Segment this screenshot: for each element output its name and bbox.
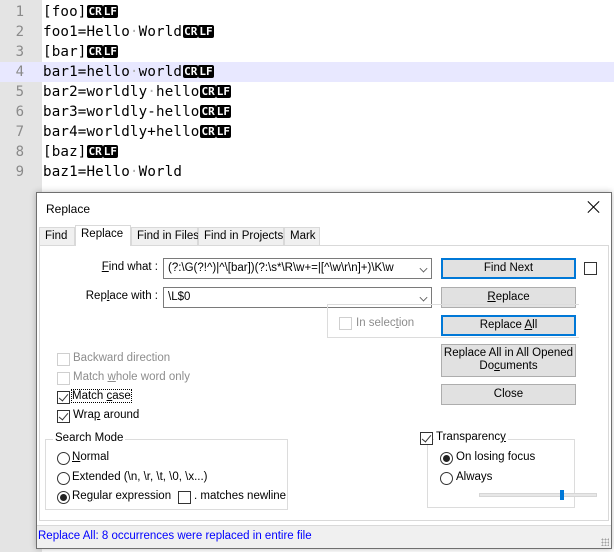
chevron-down-icon[interactable] (419, 264, 428, 273)
close-icon[interactable] (587, 200, 601, 214)
tab-find[interactable]: Find (39, 227, 75, 246)
matches-newline-label: . matches newline (194, 490, 287, 502)
eol-marker: CR (183, 65, 199, 78)
transparency-label: Transparency (434, 431, 508, 443)
code-text: [baz] CR LF (43, 144, 118, 160)
line-number: 8 (15, 144, 24, 160)
in-selection-label: In selection (356, 317, 415, 329)
eol-marker: LF (215, 125, 231, 138)
eol-marker: LF (215, 85, 231, 98)
eol-marker: LF (102, 5, 118, 18)
always-label: Always (456, 471, 493, 483)
whitespace-dot: · (129, 64, 139, 80)
eol-marker: CR (87, 5, 103, 18)
wrap-around-checkbox[interactable] (57, 410, 70, 423)
search-mode-title: Search Mode (53, 432, 126, 444)
line-number: 9 (15, 164, 24, 180)
replace-all-button[interactable]: Replace All (441, 315, 576, 336)
replace-all-opened-button[interactable]: Replace All in All Opened Documents (441, 344, 576, 377)
line-number: 5 (15, 84, 24, 100)
regex-radio[interactable] (57, 491, 70, 504)
always-radio[interactable] (440, 472, 453, 485)
eol-marker: LF (102, 145, 118, 158)
code-line[interactable]: 2 foo1=Hello·World CR LF (0, 22, 614, 42)
code-text: baz1=Hello·World (43, 164, 183, 180)
code-text: foo1=Hello·World CR LF (43, 24, 214, 40)
code-text: bar1=hello·world CR LF (43, 64, 214, 80)
in-selection-checkbox[interactable] (339, 317, 352, 330)
eol-marker: CR (200, 105, 216, 118)
transparency-slider[interactable] (479, 493, 597, 497)
find-what-value: (?:\G(?!^)|^\[bar])(?:\s*\R\w+=|[^\w\r\n… (168, 262, 394, 274)
code-text: bar4=worldly+hello CR LF (43, 124, 231, 140)
code-line[interactable]: 3 [bar] CR LF (0, 42, 614, 62)
match-case-checkbox[interactable] (57, 391, 70, 404)
extended-radio[interactable] (57, 472, 70, 485)
dialog-title: Replace (46, 202, 91, 216)
eol-marker: LF (198, 25, 214, 38)
match-whole-word-checkbox[interactable] (57, 372, 70, 385)
replace-dialog: Replace Find Replace Find in Files Find … (36, 192, 612, 549)
normal-radio[interactable] (57, 452, 70, 465)
status-bar: Replace All: 8 occurrences were replaced… (37, 525, 611, 548)
transparency-slider-thumb[interactable] (559, 490, 564, 500)
code-line[interactable]: 6 bar3=worldly-hello CR LF (0, 102, 614, 122)
line-number: 1 (15, 4, 24, 20)
find-what-label: Find what : (101, 261, 158, 273)
find-what-input[interactable]: (?:\G(?!^)|^\[bar])(?:\s*\R\w+=|[^\w\r\n… (163, 258, 432, 279)
normal-label: Normal (72, 451, 110, 463)
line-number: 7 (15, 124, 24, 140)
close-button[interactable]: Close (441, 384, 576, 405)
whitespace-dot: · (147, 84, 157, 100)
match-case-label: Match case (71, 389, 132, 403)
code-line[interactable]: 1 [foo] CR LF (0, 2, 614, 22)
whitespace-dot: · (129, 164, 139, 180)
status-message: Replace All: 8 occurrences were replaced… (38, 530, 312, 542)
code-line[interactable]: 9 baz1=Hello·World (0, 162, 614, 182)
find-next-extra-checkbox[interactable] (584, 262, 597, 275)
tab-replace[interactable]: Replace (75, 225, 131, 246)
code-text: [foo] CR LF (43, 4, 118, 20)
eol-marker: LF (198, 65, 214, 78)
backward-direction-label: Backward direction (73, 352, 171, 364)
replace-tab-panel: Find what : (?:\G(?!^)|^\[bar])(?:\s*\R\… (39, 245, 609, 521)
eol-marker: CR (87, 45, 103, 58)
chevron-down-icon[interactable] (419, 293, 428, 302)
match-whole-word-label: Match whole word only (73, 371, 190, 383)
eol-marker: LF (102, 45, 118, 58)
code-text: bar2=worldly·hello CR LF (43, 84, 231, 100)
line-number: 4 (15, 64, 24, 80)
line-number: 2 (15, 24, 24, 40)
eol-marker: CR (183, 25, 199, 38)
on-losing-focus-label: On losing focus (456, 451, 536, 463)
eol-marker: LF (215, 105, 231, 118)
matches-newline-checkbox[interactable] (178, 491, 191, 504)
transparency-checkbox[interactable] (420, 432, 433, 445)
tab-find-in-files[interactable]: Find in Files (131, 227, 199, 246)
code-text: [bar] CR LF (43, 44, 118, 60)
tab-mark[interactable]: Mark (284, 227, 320, 246)
eol-marker: CR (200, 85, 216, 98)
resize-grip-icon[interactable] (601, 538, 609, 546)
extended-label: Extended (\n, \r, \t, \0, \x...) (72, 471, 208, 483)
code-text: bar3=worldly-hello CR LF (43, 104, 231, 120)
replace-with-label: Replace with : (85, 290, 158, 302)
code-line[interactable]: 7 bar4=worldly+hello CR LF (0, 122, 614, 142)
regex-label: Regular expression (72, 490, 172, 502)
backward-direction-checkbox[interactable] (57, 353, 70, 366)
code-line[interactable]: 4 bar1=hello·world CR LF (0, 62, 614, 82)
find-next-button[interactable]: Find Next (441, 258, 576, 279)
eol-marker: CR (200, 125, 216, 138)
line-number: 3 (15, 44, 24, 60)
tab-find-in-projects[interactable]: Find in Projects (198, 227, 284, 246)
code-line[interactable]: 5 bar2=worldly·hello CR LF (0, 82, 614, 102)
eol-marker: CR (87, 145, 103, 158)
wrap-around-label: Wrap around (73, 409, 140, 421)
whitespace-dot: · (129, 24, 139, 40)
on-losing-focus-radio[interactable] (440, 452, 453, 465)
line-number: 6 (15, 104, 24, 120)
code-line[interactable]: 8 [baz] CR LF (0, 142, 614, 162)
